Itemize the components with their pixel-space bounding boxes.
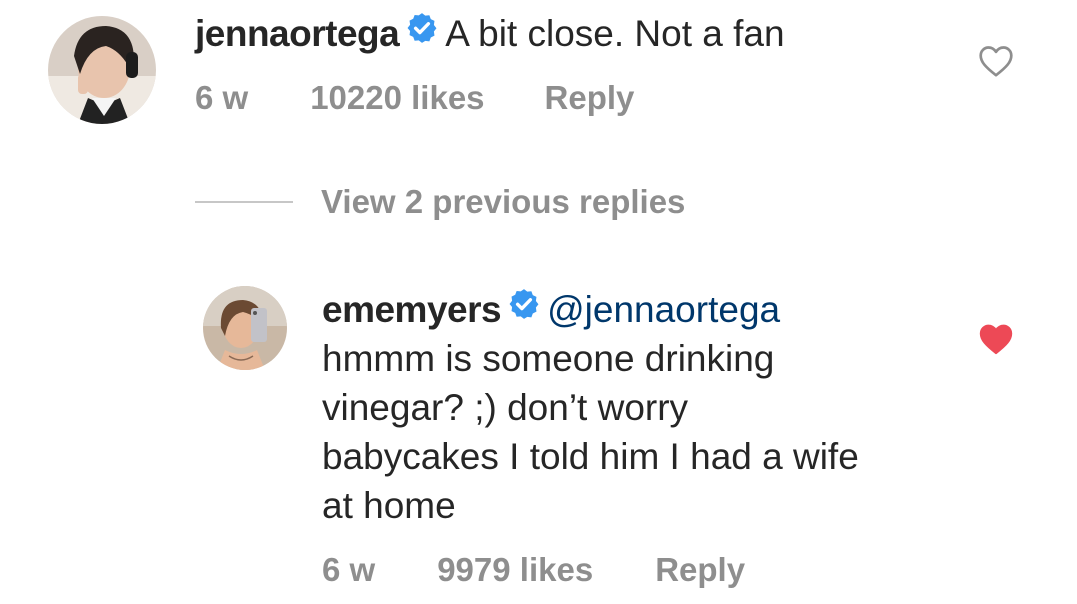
reply-reply-button[interactable]: Reply (655, 550, 745, 590)
reply-text-line: vinegar? ;) don’t worry (322, 387, 689, 428)
reply-text-line: at home (322, 485, 456, 526)
view-replies-label: View 2 previous replies (321, 183, 686, 220)
comment-username[interactable]: jennaortega (195, 13, 400, 54)
reply-time: 6 w (322, 551, 376, 588)
avatar-ememyers[interactable] (203, 286, 287, 370)
comment-time: 6 w (195, 79, 249, 116)
reply-text-line: hmmm is someone drinking (322, 338, 775, 379)
comment-meta: 6 w 10220 likes Reply (195, 78, 634, 118)
comment-text: A bit close. Not a fan (445, 13, 785, 54)
comment-reply-button[interactable]: Reply (545, 78, 635, 118)
heart-outline-icon[interactable] (978, 44, 1014, 83)
avatar-photo-icon (203, 286, 287, 370)
avatar-photo-icon (48, 16, 156, 124)
reply-header: ememyers @jennaortega (322, 288, 780, 334)
reply-likes[interactable]: 9979 likes (437, 550, 593, 590)
reply-username[interactable]: ememyers (322, 289, 502, 330)
reply-mention-link[interactable]: @jennaortega (547, 289, 780, 330)
verified-badge-icon (405, 11, 439, 55)
avatar-jennaortega[interactable] (48, 16, 156, 124)
verified-badge-icon (507, 287, 541, 331)
comment-header: jennaortega A bit close. Not a fan (195, 12, 785, 58)
comment-likes[interactable]: 10220 likes (310, 78, 484, 118)
heart-filled-icon[interactable] (978, 322, 1014, 361)
reply-text-line: babycakes I told him I had a wife (322, 436, 859, 477)
reply-meta: 6 w 9979 likes Reply (322, 550, 745, 590)
view-previous-replies-button[interactable]: View 2 previous replies (195, 182, 685, 222)
reply-text: hmmm is someone drinking vinegar? ;) don… (322, 334, 962, 530)
replies-divider (195, 201, 293, 203)
